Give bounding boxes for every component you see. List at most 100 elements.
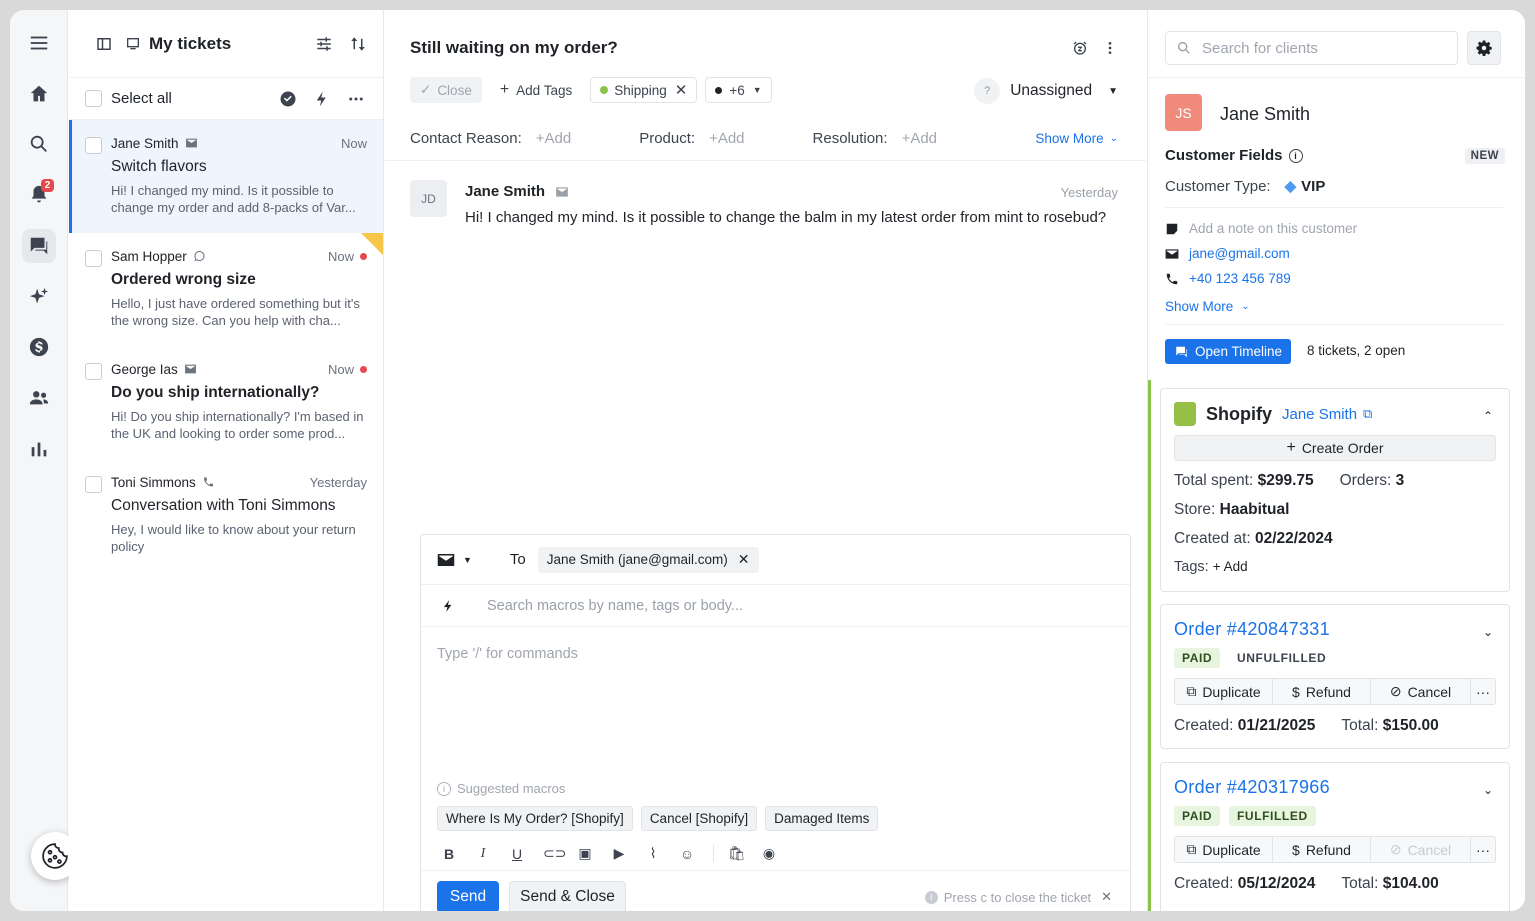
info-icon[interactable]: i (1288, 148, 1303, 163)
ticket-time: Now (327, 248, 354, 264)
resolution-add[interactable]: +Add (902, 130, 937, 147)
ticket-item[interactable]: George Ias Now Do you ship internationall… (69, 346, 383, 459)
avatar: JD (410, 180, 447, 217)
sparkle-icon[interactable] (22, 280, 56, 314)
unread-dot (360, 365, 367, 373)
menu-icon[interactable] (22, 26, 56, 60)
macro-chip[interactable]: Cancel [Shopify] (640, 806, 758, 831)
client-search-input[interactable]: Search for clients (1202, 40, 1318, 57)
macro-chip[interactable]: Damaged Items (765, 806, 879, 831)
select-all-label: Select all (111, 90, 172, 107)
product-add[interactable]: +Add (709, 130, 744, 147)
sort-icon[interactable] (347, 33, 369, 55)
refund-button[interactable]: $ Refund (1273, 837, 1371, 862)
check-circle-icon[interactable] (277, 88, 299, 110)
remove-recipient-icon[interactable]: ✕ (738, 551, 750, 568)
customer-show-more-button[interactable]: Show More (1165, 299, 1233, 314)
ticket-checkbox[interactable] (85, 137, 102, 154)
search-icon[interactable] (22, 127, 56, 161)
ticket-checkbox[interactable] (85, 250, 102, 267)
select-all-checkbox[interactable] (85, 90, 102, 107)
send-button[interactable]: Send (437, 881, 499, 911)
customer-email[interactable]: jane@gmail.com (1189, 246, 1290, 261)
more-actions-icon[interactable]: ··· (1471, 679, 1495, 704)
kebab-menu-icon[interactable] (1102, 40, 1118, 61)
gear-icon[interactable] (1467, 31, 1501, 65)
order-number[interactable]: Order #420847331 (1174, 619, 1330, 640)
snooze-icon[interactable] (1072, 40, 1088, 61)
more-actions-icon[interactable]: ··· (1471, 837, 1495, 862)
chevron-up-icon[interactable]: ⌃ (1481, 409, 1495, 423)
home-icon[interactable] (22, 77, 56, 111)
open-timeline-button[interactable]: Open Timeline (1165, 339, 1292, 364)
customer-phone[interactable]: +40 123 456 789 (1189, 271, 1291, 286)
ticket-checkbox[interactable] (85, 363, 102, 380)
customer-type-value[interactable]: ◆ VIP (1285, 177, 1326, 196)
remove-tag-icon[interactable]: ✕ (675, 81, 688, 99)
mail-icon (184, 363, 198, 375)
orders-value: 3 (1395, 472, 1405, 489)
macro-search-input[interactable]: Search macros by name, tags or body... (487, 598, 743, 614)
video-icon[interactable]: ▶ (611, 845, 627, 862)
format-toolbar: B I U ⊂⊃ ▣ ▶ ⌇ ☺ 🛍 ◉ (441, 845, 777, 862)
shopify-customer-link[interactable]: Jane Smith ⧉ (1282, 406, 1372, 423)
add-tag-button[interactable]: + Add (1213, 559, 1248, 574)
customer-type-label: Customer Type: (1165, 177, 1271, 195)
close-ticket-button[interactable]: ✓ Close (410, 77, 482, 103)
message-editor[interactable]: Type '/' for commands (437, 646, 578, 662)
people-icon[interactable] (22, 381, 56, 415)
chat-icon[interactable] (22, 229, 56, 263)
duplicate-button[interactable]: ⧉ Duplicate (1175, 837, 1273, 862)
cancel-button[interactable]: ⊘ Cancel (1371, 679, 1471, 704)
order-number[interactable]: Order #420317966 (1174, 777, 1330, 798)
refund-button[interactable]: $ Refund (1273, 679, 1371, 704)
more-tags-dropdown[interactable]: +6 ▼ (705, 77, 772, 103)
integration-icon[interactable]: ◉ (761, 845, 777, 862)
channel-selector[interactable]: ▼ (437, 553, 472, 567)
order-created-label: Created: (1174, 875, 1234, 892)
dollar-icon[interactable] (22, 330, 56, 364)
store-label: Store: (1174, 501, 1216, 518)
to-label: To (509, 551, 526, 568)
sidebar-toggle-icon[interactable] (93, 33, 115, 55)
store-value: Haabitual (1219, 501, 1290, 518)
ticket-checkbox[interactable] (85, 476, 102, 493)
bolt-icon[interactable] (311, 88, 333, 110)
create-order-button[interactable]: + Create Order (1174, 435, 1496, 461)
ticket-customer: Sam Hopper (111, 248, 187, 264)
tag-chip[interactable]: Shipping ✕ (590, 77, 698, 103)
contact-reason-add[interactable]: +Add (536, 130, 571, 147)
recipient-chip[interactable]: Jane Smith (jane@gmail.com) ✕ (537, 546, 759, 573)
bell-icon[interactable]: 2 (22, 178, 56, 212)
message-author: Jane Smith (465, 183, 546, 200)
link-icon[interactable]: ⊂⊃ (543, 845, 566, 862)
ticket-item[interactable]: Toni Simmons Yesterday Conversation with … (69, 459, 383, 572)
chevron-down-icon[interactable]: ⌄ (1481, 625, 1495, 639)
ticket-item[interactable]: Jane Smith Now Switch flavors Hi! I chang… (69, 120, 383, 233)
filter-icon[interactable] (313, 33, 335, 55)
emoji-icon[interactable]: ☺ (679, 846, 695, 862)
macro-search[interactable]: Search macros by name, tags or body... (421, 585, 1130, 627)
chevron-down-icon: ⌄ (1241, 301, 1250, 312)
duplicate-button[interactable]: ⧉ Duplicate (1175, 679, 1273, 704)
add-tags-button[interactable]: + Add Tags (489, 77, 583, 103)
send-close-button[interactable]: Send & Close (509, 881, 626, 911)
image-icon[interactable]: ▣ (577, 845, 593, 862)
show-more-fields-button[interactable]: Show More ⌄ (1035, 131, 1118, 146)
attachment-icon[interactable]: ⌇ (645, 845, 661, 862)
divider (385, 160, 1146, 161)
customer-note-input[interactable]: Add a note on this customer (1189, 221, 1357, 236)
ticket-item[interactable]: Sam Hopper Now Ordered wrong size Hello, … (69, 233, 383, 346)
ticket-customer: Jane Smith (111, 135, 179, 151)
shopify-icon[interactable]: 🛍 (713, 845, 746, 862)
bold-icon[interactable]: B (441, 846, 457, 862)
dismiss-hint-icon[interactable]: ✕ (1101, 889, 1112, 905)
more-icon[interactable] (345, 88, 367, 110)
italic-icon[interactable]: I (475, 846, 491, 862)
underline-icon[interactable]: U (509, 846, 525, 862)
chart-icon[interactable] (22, 432, 56, 466)
macro-chip[interactable]: Where Is My Order? [Shopify] (437, 806, 633, 831)
assignee-dropdown[interactable]: ? Unassigned ▼ (974, 78, 1118, 104)
client-search[interactable]: Search for clients (1165, 31, 1458, 65)
chevron-down-icon[interactable]: ⌄ (1481, 783, 1495, 797)
